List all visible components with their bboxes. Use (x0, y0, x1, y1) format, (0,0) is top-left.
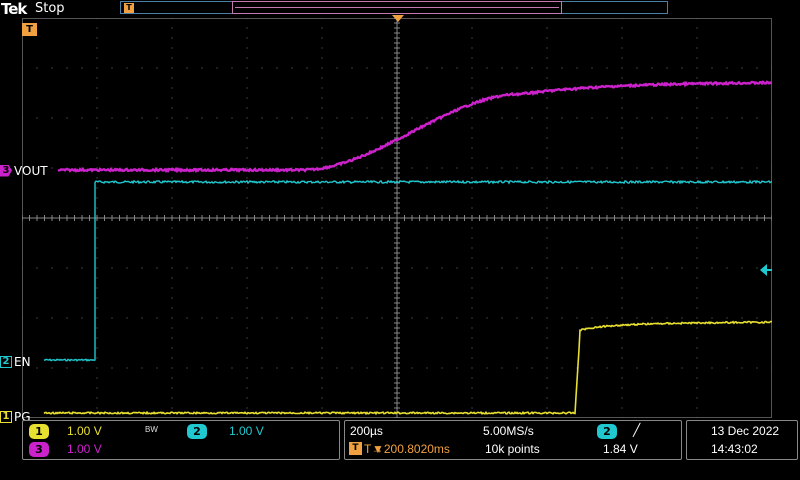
ch3-waveform (57, 80, 772, 174)
date: 13 Dec 2022 (711, 424, 780, 438)
record-length: 10k points (485, 442, 540, 456)
channel-scale-panel[interactable]: 1 1.00 V BW 2 1.00 V 3 1.00 V (22, 420, 340, 460)
grid (22, 18, 772, 418)
trigger-level: 1.84 V (603, 442, 638, 456)
ch3-number-icon: 3 (0, 164, 12, 177)
ch3-ground-marker[interactable]: 3 VOUT (0, 163, 48, 178)
sample-rate: 5.00MS/s (483, 424, 534, 438)
ch2-chip[interactable]: 2 (187, 424, 207, 439)
brand-logo: Tek (1, 0, 27, 18)
ch1-scale: 1.00 V (67, 424, 102, 438)
ch3-scale: 1.00 V (67, 442, 102, 456)
ch3-label: VOUT (14, 163, 48, 178)
trigger-time-icon: T (349, 442, 362, 455)
acquisition-state: Stop (35, 1, 65, 16)
ch2-ground-marker[interactable]: 2 EN (0, 354, 31, 369)
waveform-graticule[interactable] (22, 18, 772, 418)
ch2-waveform (43, 179, 772, 362)
horizontal-position: ▼200.8020ms (372, 442, 450, 456)
bandwidth-limit-flag: BW (145, 425, 158, 434)
ch3-chip[interactable]: 3 (29, 442, 49, 457)
ch2-number-icon: 2 (0, 355, 12, 368)
datetime-panel: 13 Dec 2022 14:43:02 (686, 420, 798, 460)
time: 14:43:02 (711, 442, 758, 456)
record-overview-bar[interactable]: T (120, 1, 668, 14)
trigger-source-chip[interactable]: 2 (597, 424, 617, 439)
trigger-slope-icon: ╱ (633, 423, 641, 437)
bottom-status-area: 1 1.00 V BW 2 1.00 V 3 1.00 V 200µs 5.00… (0, 420, 800, 480)
ch2-scale: 1.00 V (229, 424, 264, 438)
trigger-flag-icon: T (22, 23, 37, 36)
record-trigger-marker: T (124, 3, 134, 13)
horizontal-scale: 200µs (350, 424, 383, 438)
record-view-window[interactable] (232, 1, 562, 14)
trigger-level-icon[interactable] (760, 264, 772, 276)
ch2-label: EN (14, 354, 31, 369)
trigger-position-icon (392, 15, 404, 22)
ch1-chip[interactable]: 1 (29, 424, 49, 439)
timebase-trigger-panel[interactable]: 200µs 5.00MS/s 2 ╱ T T→ ▼200.8020ms 10k … (344, 420, 682, 460)
ch1-waveform (43, 320, 772, 416)
